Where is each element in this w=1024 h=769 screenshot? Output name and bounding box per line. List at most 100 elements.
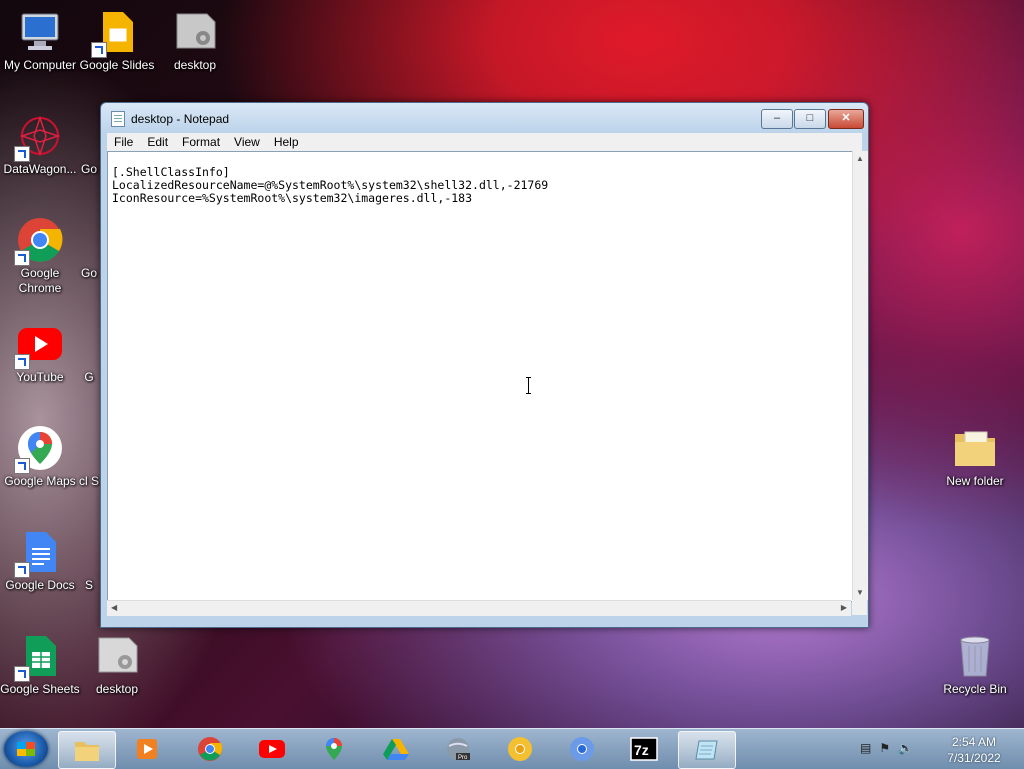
taskbar-google-earth-pro[interactable]: Pro [430,731,486,767]
scroll-right-icon[interactable]: ▶ [841,603,847,612]
desktop-icon-partial-1[interactable]: Go [78,112,100,177]
maximize-button[interactable]: □ [794,109,826,129]
notepad-icon [111,111,125,127]
google-drive-icon [383,739,409,760]
google-app-icon [78,216,100,264]
editor-content[interactable]: [.ShellClassInfo] LocalizedResourceName=… [108,152,852,219]
horizontal-scrollbar[interactable]: ◀ ▶ [107,600,851,616]
shortcut-arrow-icon [91,42,107,58]
youtube-icon [259,740,285,758]
title-bar[interactable]: desktop - Notepad – □ ✕ [101,103,868,133]
google-earth-pro-icon: Pro [447,738,470,761]
desktop-icon-desktop-ini-2[interactable]: desktop [77,632,157,697]
text-editor[interactable]: [.ShellClassInfo] LocalizedResourceName=… [107,151,853,602]
desktop-icon-datawagon[interactable]: DataWagon... [0,112,80,177]
desktop-icon-my-computer[interactable]: My Computer [0,8,80,73]
shortcut-arrow-icon [14,354,30,370]
network-icon[interactable]: ▤ [860,741,871,755]
settings-file-icon [93,632,141,680]
desktop-icon-google-maps[interactable]: Google Maps [0,424,80,489]
desktop-icon-recycle-bin[interactable]: Recycle Bin [935,632,1015,697]
menu-file[interactable]: File [107,133,140,151]
system-tray: ▤ ⚑ 🔈 [860,741,921,755]
notepad-window[interactable]: desktop - Notepad – □ ✕ File Edit Format Vi… [100,102,869,628]
clock[interactable]: 2:54 AM 7/31/2022 [934,734,1014,766]
taskbar-google-drive[interactable] [368,731,424,767]
computer-icon [16,8,64,56]
google-slides-icon [91,8,141,58]
google-app-icon [78,528,100,576]
minimize-button[interactable]: – [761,109,793,129]
maximize-icon: □ [806,112,814,124]
taskbar-notepad[interactable] [678,731,736,769]
recycle-bin-icon [951,632,999,680]
taskbar-chrome-canary[interactable] [492,731,548,767]
settings-file-icon [171,8,219,56]
chromium-icon [570,737,594,761]
google-app-icon [78,424,100,472]
taskbar-youtube[interactable] [244,731,300,767]
google-app-icon [78,320,100,368]
google-docs-icon [14,528,64,578]
start-button[interactable] [4,731,48,767]
clock-date: 7/31/2022 [947,751,1001,765]
desktop-icon-partial-2[interactable]: Go [78,216,100,281]
taskbar-chrome[interactable] [182,731,238,767]
minimize-icon: – [773,112,781,124]
taskbar-7zip[interactable]: 7z [616,731,672,767]
vertical-scrollbar[interactable]: ▲ ▼ [852,151,868,600]
menu-help[interactable]: Help [267,133,306,151]
menu-format[interactable]: Format [175,133,227,151]
close-button[interactable]: ✕ [828,109,864,129]
taskbar: Pro 7z ▤ ⚑ 🔈 2:54 AM 7/31/2022 [0,728,1024,769]
folder-icon [951,424,999,472]
shortcut-arrow-icon [14,666,30,682]
taskbar-google-maps[interactable] [306,731,362,767]
clock-time: 2:54 AM [951,735,997,749]
svg-text:Pro: Pro [458,755,468,761]
volume-icon[interactable]: 🔈 [898,741,913,755]
action-center-flag-icon[interactable]: ⚑ [879,741,890,755]
desktop-icon-google-sheets[interactable]: Google Sheets [0,632,80,697]
shortcut-arrow-icon [14,250,30,266]
chrome-icon [198,737,223,761]
window-title: desktop - Notepad [131,112,230,126]
google-sheets-icon [14,632,64,682]
chrome-icon [14,216,64,266]
shortcut-arrow-icon [14,562,30,578]
menu-edit[interactable]: Edit [140,133,175,151]
media-player-icon [137,739,157,759]
notepad-icon [695,740,718,760]
desktop-icon-partial-3[interactable]: G [78,320,100,385]
desktop-icon-google-slides[interactable]: Google Slides [77,8,157,73]
shortcut-arrow-icon [14,146,30,162]
menu-view[interactable]: View [227,133,267,151]
taskbar-chromium[interactable] [554,731,610,767]
scroll-down-icon[interactable]: ▼ [856,588,864,597]
desktop-icon-google-chrome[interactable]: Google Chrome [0,216,80,296]
datawagon-icon [14,112,64,162]
desktop-icon-new-folder[interactable]: New folder [935,424,1015,489]
taskbar-file-explorer[interactable] [58,731,116,769]
chrome-canary-icon [508,737,532,761]
desktop-icon-desktop-ini[interactable]: desktop [155,8,235,73]
google-maps-icon [14,424,64,474]
google-maps-icon [326,738,342,760]
taskbar-media-player[interactable] [120,731,176,767]
text-cursor-icon [526,377,531,394]
desktop-icon-google-docs[interactable]: Google Docs [0,528,80,593]
scroll-up-icon[interactable]: ▲ [856,154,864,163]
menu-bar: File Edit Format View Help [107,133,862,151]
youtube-icon [14,320,64,370]
desktop-icon-partial-4[interactable]: cl S [78,424,100,489]
google-app-icon [78,112,100,160]
scroll-left-icon[interactable]: ◀ [111,603,117,612]
desktop-icon-partial-5[interactable]: S [78,528,100,593]
7zip-icon: 7z [630,737,658,761]
file-explorer-icon [75,742,99,761]
shortcut-arrow-icon [14,458,30,474]
desktop-icon-youtube[interactable]: YouTube [0,320,80,385]
close-icon: ✕ [841,112,851,124]
svg-text:7z: 7z [634,742,649,758]
resize-grip[interactable] [852,600,867,615]
